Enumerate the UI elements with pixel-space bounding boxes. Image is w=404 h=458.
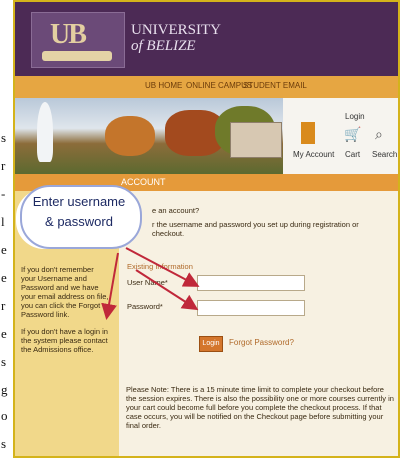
arrow-to-sidebar: [101, 252, 119, 320]
annotation-arrows: [101, 247, 200, 320]
arrow-to-username: [125, 247, 200, 287]
arrow-to-password: [135, 269, 199, 311]
